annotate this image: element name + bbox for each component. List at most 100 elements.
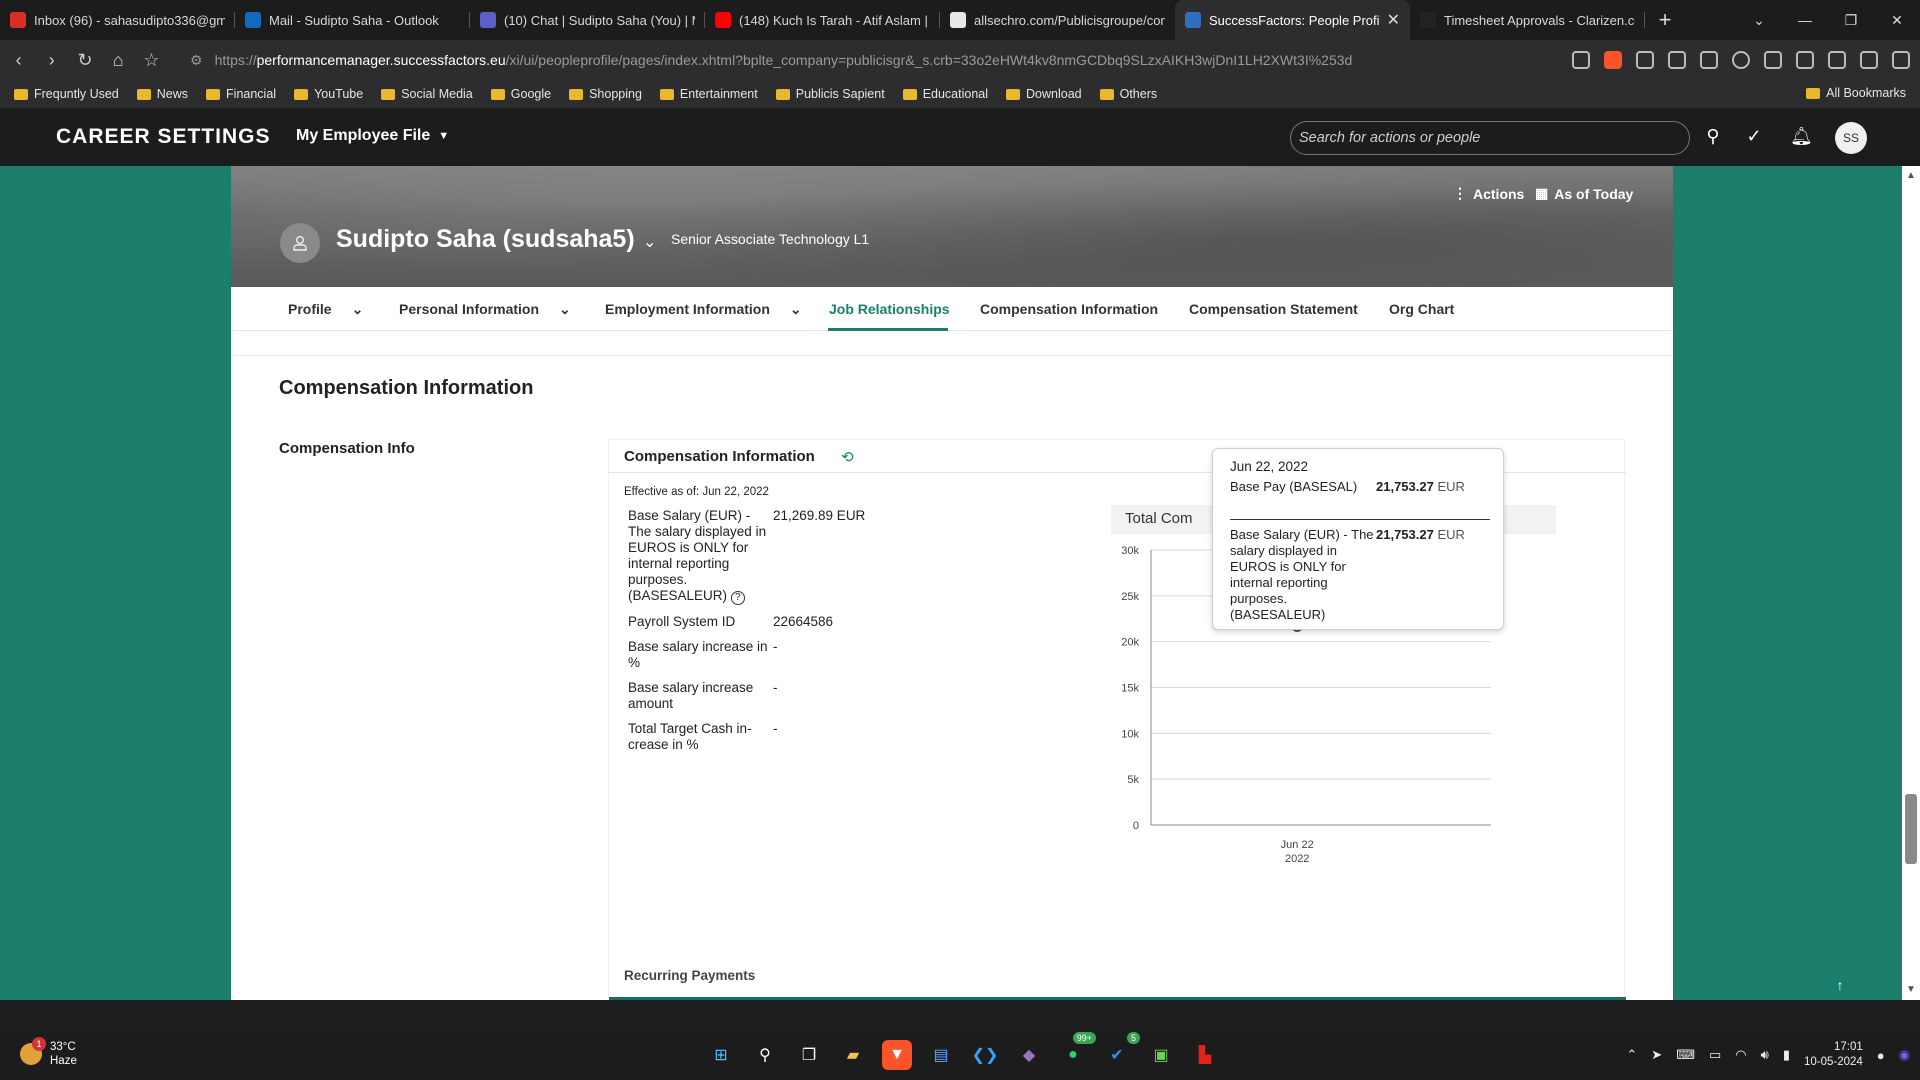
vscode-icon[interactable]: ❮❯ [970, 1040, 1000, 1070]
extension-icon[interactable] [1636, 51, 1655, 69]
notepad-icon[interactable]: ▤ [926, 1040, 956, 1070]
pdf-reader-icon[interactable]: ▙ [1190, 1040, 1220, 1070]
tab-compensation-statement[interactable]: Compensation Statement [1189, 301, 1358, 317]
help-icon[interactable]: ? [730, 591, 745, 605]
bookmark-folder[interactable]: News [136, 87, 188, 101]
all-bookmarks[interactable]: All Bookmarks [1806, 86, 1906, 100]
browser-tab-outlook[interactable]: Mail - Sudipto Saha - Outlook [235, 0, 470, 40]
bookmark-folder[interactable]: Google [490, 87, 551, 101]
chevron-up-icon[interactable]: ⌃ [1626, 1047, 1637, 1063]
url-field[interactable]: ⚙ https://performancemanager.successfact… [176, 45, 1556, 75]
remote-desktop-icon[interactable]: ▣ [1146, 1040, 1176, 1070]
browser-tab-youtube[interactable]: (148) Kuch Is Tarah - Atif Aslam | [705, 0, 940, 40]
employee-file-menu[interactable]: My Employee File ▼ [296, 127, 449, 145]
bookmark-folder[interactable]: Educational [902, 87, 988, 101]
minimize-icon[interactable]: — [1782, 12, 1828, 28]
search-icon[interactable]: ⚲ [750, 1040, 780, 1070]
bookmark-folder[interactable]: Download [1006, 87, 1082, 101]
tab-personal-information[interactable]: Personal Information ⌄ [399, 301, 571, 318]
bookmark-folder[interactable]: YouTube [294, 87, 363, 101]
tab-compensation-information[interactable]: Compensation Information [980, 301, 1158, 317]
brave-shield-icon[interactable] [1604, 51, 1623, 69]
windows-start-icon[interactable]: ⊞ [706, 1040, 736, 1070]
browser-tab-teams[interactable]: (10) Chat | Sudipto Saha (You) | Micr [470, 0, 705, 40]
wifi-icon[interactable]: ◠ [1735, 1047, 1746, 1063]
search-icon[interactable]: ⚲ [1702, 126, 1724, 147]
chevron-down-icon[interactable]: ⌄ [643, 232, 656, 252]
forward-icon[interactable]: › [43, 50, 60, 71]
youtube-icon [715, 12, 731, 28]
tooltip-unit: EUR [1437, 527, 1465, 542]
tab-employment-information[interactable]: Employment Information ⌄ [605, 301, 802, 318]
copilot-icon[interactable]: ◉ [1899, 1047, 1910, 1063]
close-tab-icon[interactable]: ✕ [1387, 10, 1400, 30]
download-icon[interactable] [1828, 51, 1847, 69]
actions-button[interactable]: ⋮ Actions [1453, 185, 1524, 202]
todo-icon[interactable]: ✔ 5 [1102, 1032, 1140, 1070]
browser-tab-successfactors[interactable]: SuccessFactors: People Profile ✕ [1175, 0, 1410, 40]
bookmark-folder[interactable]: Social Media [381, 87, 473, 101]
scrollbar-thumb[interactable] [1905, 794, 1917, 864]
company-logo[interactable]: CAREER SETTINGS [56, 125, 271, 149]
new-tab-button[interactable]: + [1645, 7, 1685, 33]
section-title: Compensation Information [279, 377, 534, 399]
notification-icon[interactable]: ● [1877, 1048, 1885, 1063]
calendar-icon: ▦ [1535, 185, 1549, 201]
keyboard-icon[interactable]: ⌨ [1676, 1047, 1695, 1063]
display-icon[interactable]: ▭ [1709, 1047, 1721, 1063]
bookmark-folder[interactable]: Shopping [569, 87, 642, 101]
notifications-bell-icon[interactable]: 🔔︎ [1790, 126, 1813, 147]
bookmark-folder[interactable]: Entertainment [659, 87, 758, 101]
tab-profile[interactable]: Profile ⌄ [288, 301, 363, 318]
tab-job-relationships[interactable]: Job Relationships [829, 301, 950, 317]
puzzle-icon[interactable] [1764, 51, 1783, 69]
media-icon[interactable] [1796, 51, 1815, 69]
visual-studio-icon[interactable]: ◆ [1014, 1040, 1044, 1070]
tab-search-icon[interactable]: ⌄ [1736, 12, 1782, 29]
bookmark-folder[interactable]: Frequntly Used [14, 87, 119, 101]
y-tick-label: 10k [1121, 728, 1139, 740]
bookmark-folder[interactable]: Others [1099, 87, 1157, 101]
share-icon[interactable] [1572, 51, 1591, 69]
notification-badge: 5 [1126, 1032, 1140, 1044]
bookmark-icon[interactable]: ☆ [143, 50, 160, 71]
file-explorer-icon[interactable]: ▰ [838, 1040, 868, 1070]
grammarly-icon[interactable] [1732, 51, 1751, 69]
browser-tab-clarizen[interactable]: Timesheet Approvals - Clarizen.com [1410, 0, 1645, 40]
send-icon[interactable]: ➤ [1651, 1047, 1662, 1063]
tab-org-chart[interactable]: Org Chart [1389, 301, 1454, 317]
volume-icon[interactable]: 🔊︎ [1761, 1047, 1769, 1063]
bookmark-folder[interactable]: Publicis Sapient [775, 87, 885, 101]
battery-icon[interactable]: ▮ [1783, 1047, 1790, 1063]
as-of-today-button[interactable]: ▦ As of Today [1535, 185, 1633, 202]
whatsapp-icon[interactable]: ● 99+ [1058, 1032, 1096, 1070]
restore-icon[interactable]: ❐ [1828, 12, 1874, 29]
search-input[interactable] [1290, 121, 1690, 155]
extension-icon[interactable] [1668, 51, 1687, 69]
folder-icon [490, 88, 505, 100]
clock[interactable]: 17:01 10-05-2024 [1804, 1040, 1863, 1070]
tooltip-unit: EUR [1437, 479, 1465, 494]
browser-tab-gmail[interactable]: Inbox (96) - sahasudipto336@gmail [0, 0, 235, 40]
approvals-check-icon[interactable]: ✓ [1743, 126, 1765, 147]
vertical-scrollbar[interactable]: ▲ ▼ [1902, 166, 1920, 1000]
site-info-icon[interactable]: ⚙ [190, 52, 203, 69]
scroll-to-top-button[interactable]: ↑ [1826, 974, 1854, 996]
extension-icon[interactable] [1700, 51, 1719, 69]
scroll-up-icon[interactable]: ▲ [1906, 170, 1916, 181]
sidebar-icon[interactable] [1860, 51, 1879, 69]
task-view-icon[interactable]: ❐ [794, 1040, 824, 1070]
close-window-icon[interactable]: ✕ [1874, 12, 1920, 29]
scroll-down-icon[interactable]: ▼ [1906, 984, 1916, 995]
reload-icon[interactable]: ↻ [76, 50, 93, 71]
home-icon[interactable]: ⌂ [110, 50, 127, 71]
field-row: Total Target Cash in-crease in % - [628, 721, 1028, 753]
weather-widget[interactable]: 1 33°C Haze [20, 1037, 77, 1068]
menu-icon[interactable] [1892, 51, 1911, 69]
history-icon[interactable]: ⟲ [841, 448, 854, 466]
browser-tab-allsec[interactable]: allsechro.com/Publicisgroupe/comm [940, 0, 1175, 40]
bookmark-folder[interactable]: Financial [206, 87, 276, 101]
back-icon[interactable]: ‹ [10, 50, 27, 71]
avatar[interactable]: SS [1835, 122, 1867, 154]
brave-browser-icon[interactable]: ▼ [882, 1040, 912, 1070]
